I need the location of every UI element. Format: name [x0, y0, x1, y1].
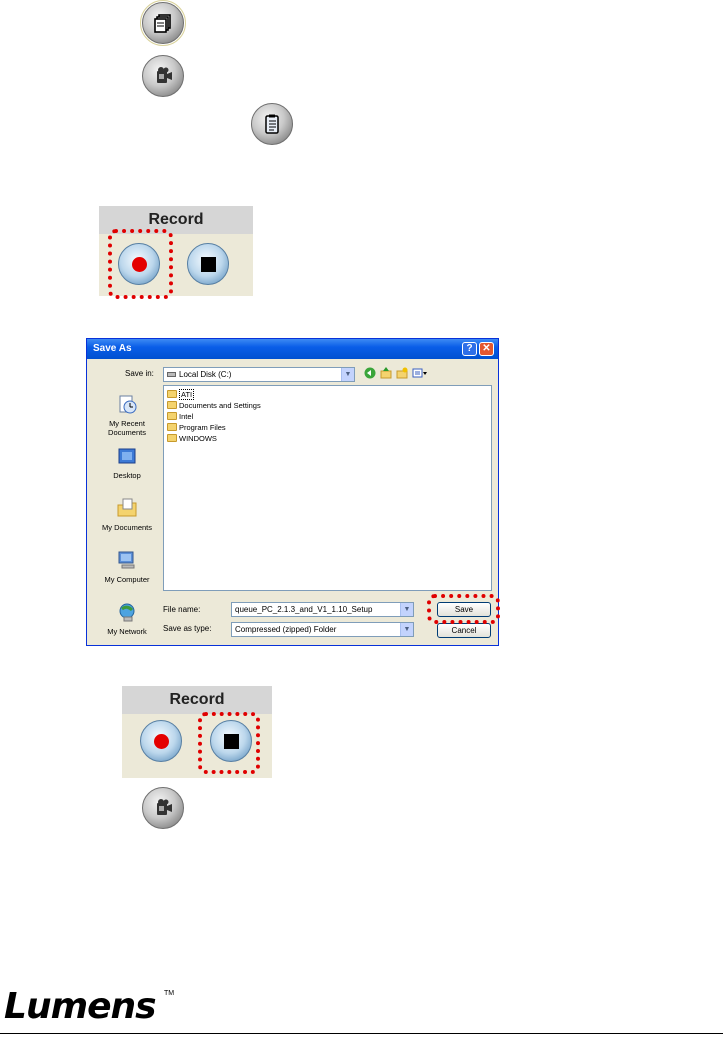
my-network-icon [119, 603, 135, 622]
camcorder-icon [157, 67, 172, 83]
record-dot-icon [154, 734, 169, 749]
folder-icon [167, 390, 177, 398]
record-video-icon[interactable] [142, 55, 184, 97]
save-button-highlight [427, 594, 500, 624]
settings-list-icon[interactable] [251, 103, 293, 145]
pages-icon [154, 14, 171, 33]
chevron-down-icon[interactable]: ▼ [341, 368, 354, 381]
list-item[interactable]: Intel [167, 411, 193, 422]
record-title: Record [122, 686, 272, 714]
place-my-documents[interactable]: My Documents [95, 497, 159, 532]
record-start-button[interactable] [140, 720, 182, 762]
back-icon[interactable] [364, 367, 376, 379]
cancel-button[interactable]: Cancel [437, 623, 491, 638]
capture-pages-icon[interactable] [140, 0, 186, 46]
place-recent-documents[interactable]: My Recent Documents [95, 393, 159, 437]
save-in-label: Save in: [125, 369, 154, 378]
place-label: Desktop [113, 471, 141, 480]
footer-divider [0, 1033, 723, 1034]
desktop-icon [118, 448, 136, 464]
place-label: My Documents [101, 523, 152, 532]
dialog-title: Save As [93, 343, 132, 354]
folder-icon [167, 434, 177, 442]
place-label: My Recent Documents [108, 419, 146, 437]
lumens-logo: Lumens [4, 986, 157, 1027]
record-stop-highlight [198, 712, 260, 774]
file-list[interactable]: ATI Documents and Settings Intel Program… [163, 385, 492, 591]
stop-square-icon [201, 257, 216, 272]
save-as-type-value: Compressed (zipped) Folder [235, 625, 337, 634]
chevron-down-icon[interactable]: ▼ [400, 623, 413, 636]
places-bar: My Recent Documents Desktop My Documents… [95, 385, 159, 637]
save-as-type-label: Save as type: [163, 624, 212, 633]
folder-icon [167, 423, 177, 431]
folder-icon [167, 401, 177, 409]
save-in-dropdown[interactable]: Local Disk (C:) ▼ [163, 367, 355, 382]
file-name-value: queue_PC_2.1.3_and_V1_1.10_Setup [235, 605, 373, 614]
file-name-input[interactable]: queue_PC_2.1.3_and_V1_1.10_Setup ▼ [231, 602, 414, 617]
drive-icon [167, 372, 176, 377]
place-my-network[interactable]: My Network [95, 601, 159, 636]
place-label: My Network [107, 627, 147, 636]
record-start-highlight [108, 229, 173, 299]
help-button[interactable]: ? [462, 342, 477, 356]
file-name-label: File name: [163, 605, 201, 614]
dialog-titlebar: Save As ? ✕ [87, 339, 498, 359]
new-folder-icon[interactable] [396, 367, 408, 379]
list-item[interactable]: WINDOWS [167, 433, 217, 444]
my-documents-icon [117, 498, 137, 517]
trademark-mark: TM [164, 990, 175, 997]
record-stop-button[interactable] [187, 243, 229, 285]
record-video-icon[interactable] [142, 787, 184, 829]
my-computer-icon [118, 551, 135, 569]
up-folder-icon[interactable] [380, 367, 392, 379]
place-desktop[interactable]: Desktop [95, 445, 159, 480]
folder-icon [167, 412, 177, 420]
list-item[interactable]: Program Files [167, 422, 226, 433]
chevron-down-icon[interactable]: ▼ [400, 603, 413, 616]
views-menu-icon[interactable] [412, 367, 428, 379]
clipboard-icon [265, 114, 279, 134]
save-as-type-dropdown[interactable]: Compressed (zipped) Folder ▼ [231, 622, 414, 637]
camcorder-icon [157, 799, 172, 815]
list-item[interactable]: ATI [167, 389, 195, 400]
list-item[interactable]: Documents and Settings [167, 400, 261, 411]
place-label: My Computer [104, 575, 150, 584]
close-button[interactable]: ✕ [479, 342, 494, 356]
place-my-computer[interactable]: My Computer [95, 549, 159, 584]
recent-documents-icon [119, 395, 137, 414]
save-in-value: Local Disk (C:) [179, 370, 232, 379]
